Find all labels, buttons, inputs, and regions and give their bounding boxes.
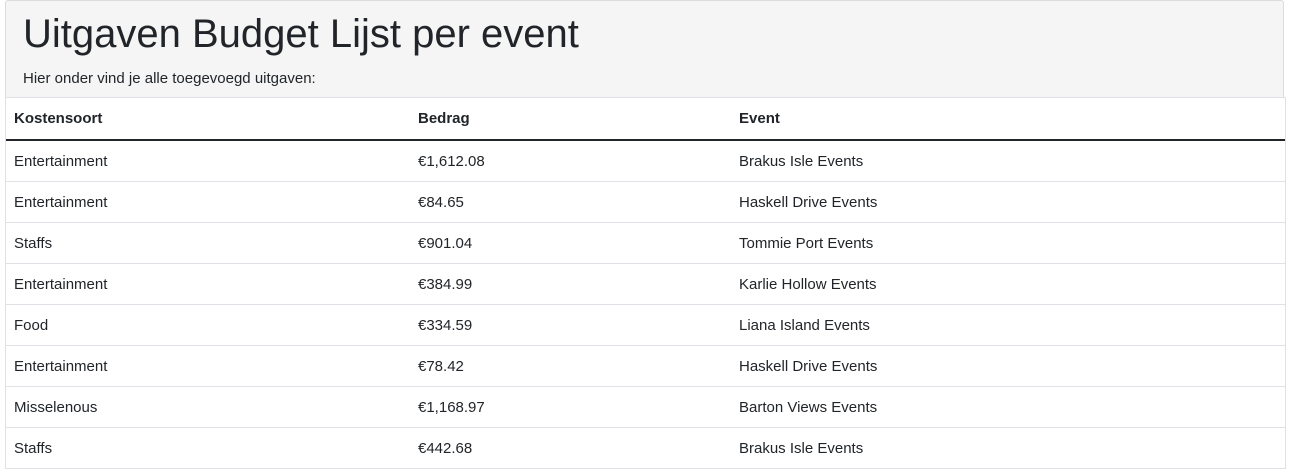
cell-bedrag: €901.04	[410, 222, 731, 264]
cell-kostensoort: Entertainment	[6, 140, 410, 182]
cell-kostensoort: Staffs	[6, 427, 410, 469]
cell-event: Haskell Drive Events	[731, 181, 1285, 223]
table-body: Entertainment €1,612.08 Brakus Isle Even…	[6, 140, 1285, 469]
cell-bedrag: €78.42	[410, 345, 731, 387]
expenses-table-container: Kostensoort Bedrag Event Entertainment €…	[5, 97, 1286, 469]
table-row: Entertainment €1,612.08 Brakus Isle Even…	[6, 140, 1285, 182]
page-header: Uitgaven Budget Lijst per event Hier ond…	[5, 0, 1284, 97]
cell-bedrag: €84.65	[410, 181, 731, 223]
cell-bedrag: €442.68	[410, 427, 731, 469]
table-header: Kostensoort Bedrag Event	[6, 97, 1285, 141]
cell-event: Brakus Isle Events	[731, 140, 1285, 182]
cell-bedrag: €1,612.08	[410, 140, 731, 182]
page: Uitgaven Budget Lijst per event Hier ond…	[0, 0, 1312, 469]
cell-event: Liana Island Events	[731, 304, 1285, 346]
cell-event: Brakus Isle Events	[731, 427, 1285, 469]
cell-bedrag: €1,168.97	[410, 386, 731, 428]
table-row: Entertainment €84.65 Haskell Drive Event…	[6, 181, 1285, 223]
cell-kostensoort: Food	[6, 304, 410, 346]
table-row: Entertainment €78.42 Haskell Drive Event…	[6, 345, 1285, 387]
cell-kostensoort: Entertainment	[6, 263, 410, 305]
cell-event: Barton Views Events	[731, 386, 1285, 428]
table-row: Staffs €901.04 Tommie Port Events	[6, 222, 1285, 264]
column-header-event: Event	[731, 97, 1285, 141]
expenses-table: Kostensoort Bedrag Event Entertainment €…	[6, 97, 1285, 469]
column-header-bedrag: Bedrag	[410, 97, 731, 141]
cell-event: Tommie Port Events	[731, 222, 1285, 264]
table-row: Misselenous €1,168.97 Barton Views Event…	[6, 386, 1285, 428]
cell-event: Haskell Drive Events	[731, 345, 1285, 387]
cell-kostensoort: Staffs	[6, 222, 410, 264]
table-row: Food €334.59 Liana Island Events	[6, 304, 1285, 346]
cell-kostensoort: Entertainment	[6, 181, 410, 223]
cell-bedrag: €384.99	[410, 263, 731, 305]
page-title: Uitgaven Budget Lijst per event	[23, 12, 579, 56]
table-row: Entertainment €384.99 Karlie Hollow Even…	[6, 263, 1285, 305]
cell-event: Karlie Hollow Events	[731, 263, 1285, 305]
column-header-kostensoort: Kostensoort	[6, 97, 410, 141]
cell-bedrag: €334.59	[410, 304, 731, 346]
cell-kostensoort: Entertainment	[6, 345, 410, 387]
table-header-row: Kostensoort Bedrag Event	[6, 97, 1285, 141]
page-subtitle: Hier onder vind je alle toegevoegd uitga…	[23, 70, 316, 87]
table-row: Staffs €442.68 Brakus Isle Events	[6, 427, 1285, 469]
cell-kostensoort: Misselenous	[6, 386, 410, 428]
